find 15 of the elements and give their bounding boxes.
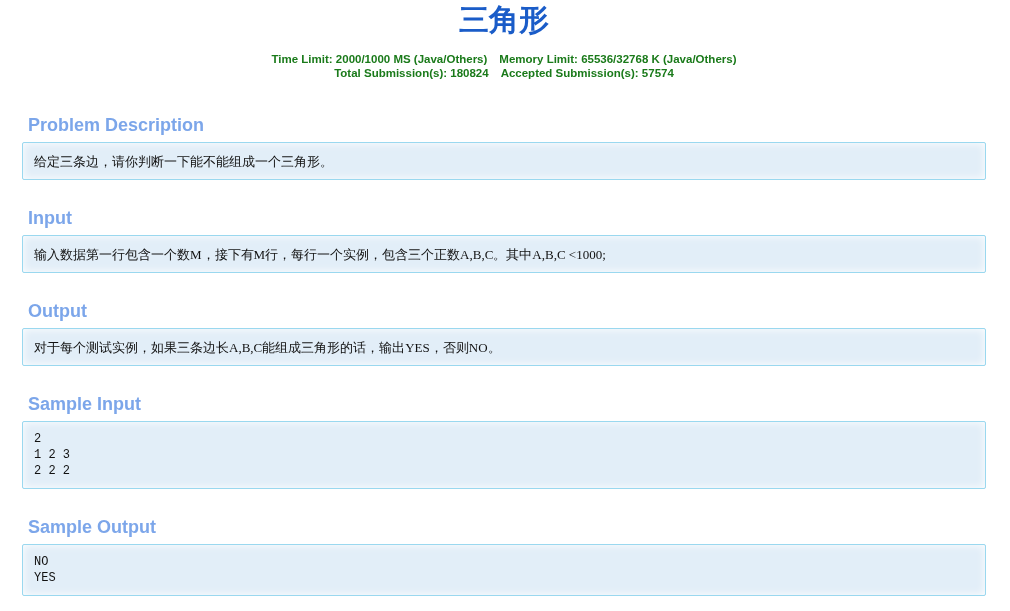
limit-text: Memory Limit: 65536/32768 K (Java/Others) <box>499 52 737 66</box>
section-text: 对于每个测试实例，如果三条边长A,B,C能组成三角形的话，输出YES，否则NO。 <box>34 340 501 355</box>
section-heading: Sample Input <box>28 393 142 415</box>
sample-code: 2 1 2 3 2 2 2 <box>34 431 71 479</box>
problem-title: 三角形 <box>458 1 550 36</box>
section-heading: Output <box>28 300 88 322</box>
limit-text: Time Limit: 2000/1000 MS (Java/Others) <box>271 52 488 66</box>
section-heading: Problem Description <box>28 114 206 136</box>
section-heading: Sample Output <box>28 516 157 538</box>
section-text: 输入数据第一行包含一个数M，接下有M行，每行一个实例，包含三个正数A,B,C。其中A,B,C <1000; <box>34 247 606 262</box>
sample-code: NO YES <box>34 554 57 586</box>
submission-count: Total Submission(s): 180824 <box>334 66 489 80</box>
section-text: 给定三条边，请你判断一下能不能组成一个三角形。 <box>34 154 333 169</box>
submission-count: Accepted Submission(s): 57574 <box>500 66 674 80</box>
section-heading: Input <box>28 207 73 229</box>
